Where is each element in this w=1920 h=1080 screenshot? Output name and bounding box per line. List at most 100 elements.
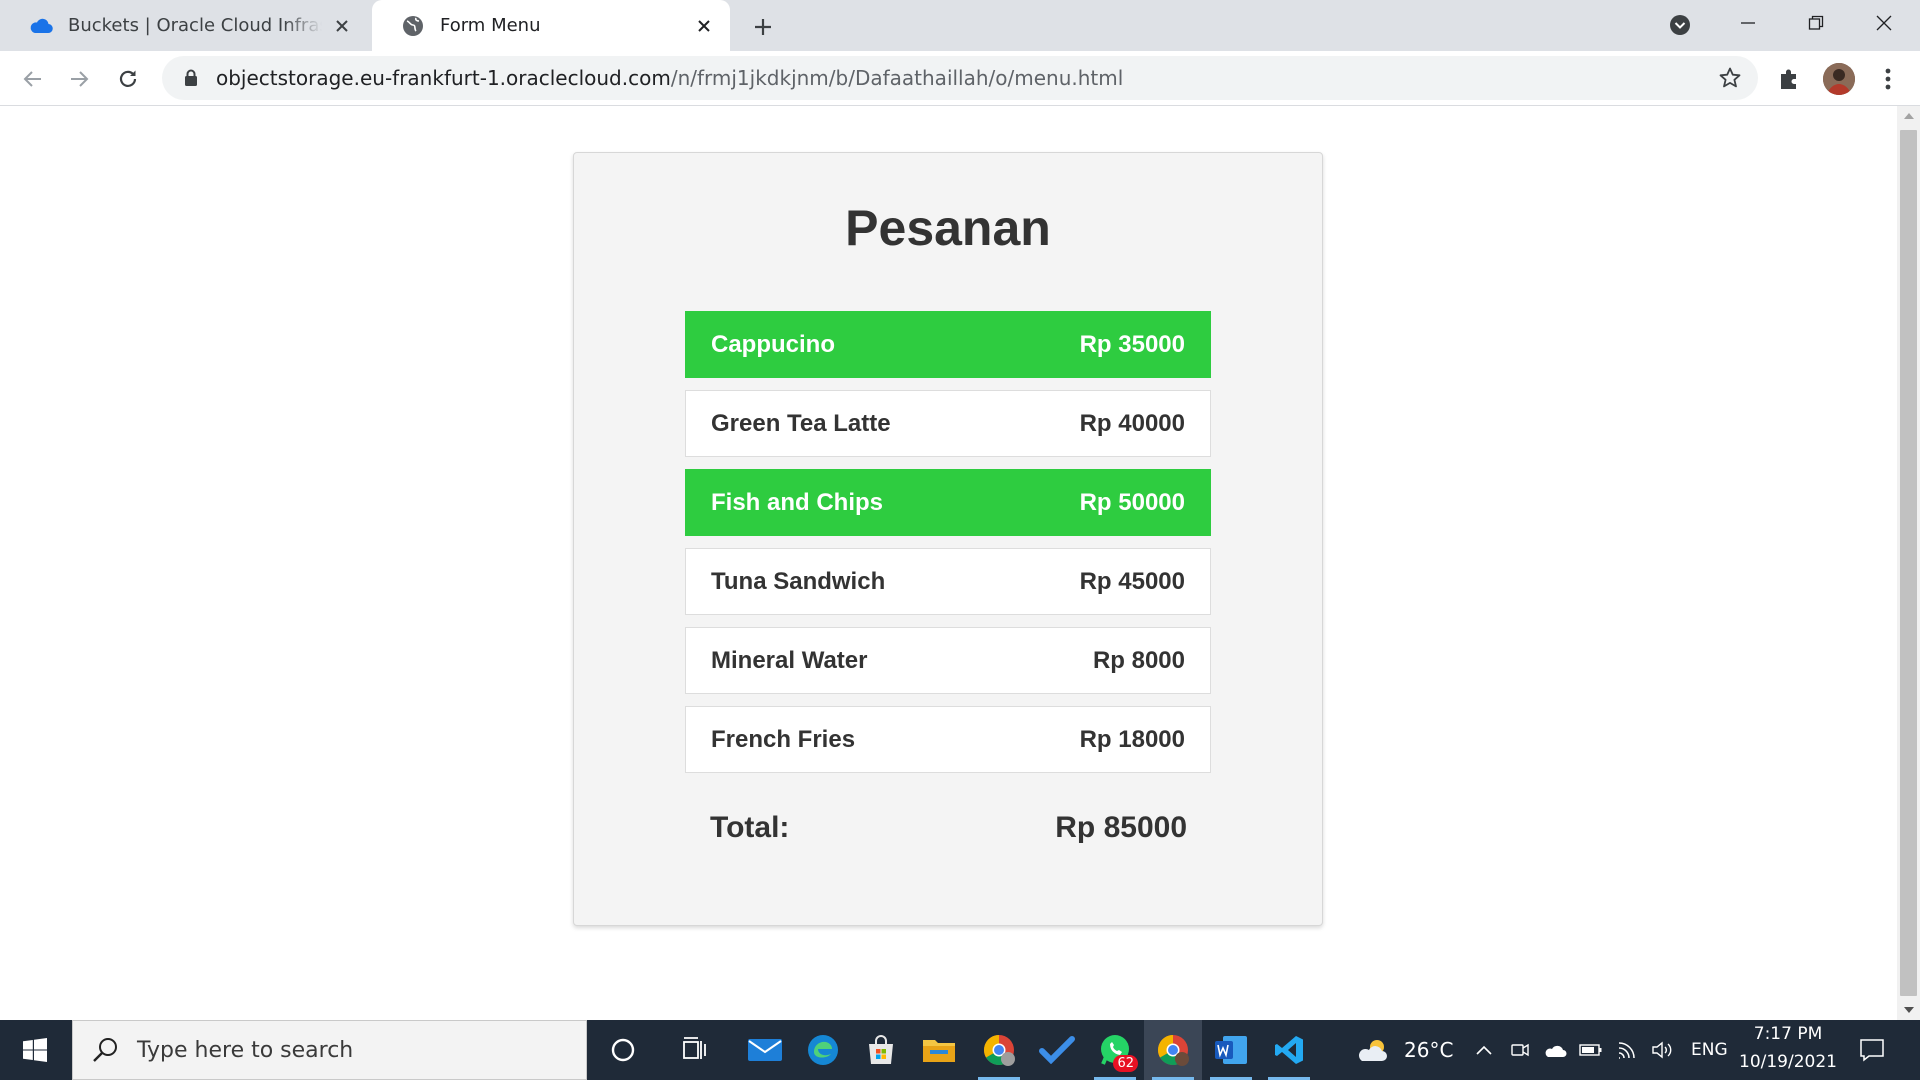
mail-icon [748, 1039, 782, 1061]
menu-item[interactable]: Tuna Sandwich Rp 45000 [685, 548, 1211, 615]
menu-item-name: Green Tea Latte [711, 409, 891, 437]
profile-avatar[interactable] [1823, 63, 1855, 95]
menu-item-price: Rp 40000 [1079, 409, 1185, 437]
windows-taskbar: Type here to search 62 26°C ENG 7:17 PM … [0, 1020, 1920, 1080]
close-icon[interactable] [330, 14, 354, 38]
puzzle-icon [1781, 69, 1796, 89]
url-path: /n/frmj1jkdkjnm/b/Dafaathaillah/o/menu.h… [670, 66, 1124, 90]
battery-icon[interactable] [1579, 1038, 1603, 1062]
menu-item-price: Rp 35000 [1079, 330, 1185, 358]
vertical-scrollbar[interactable] [1897, 106, 1920, 1020]
task-view-button[interactable] [666, 1020, 724, 1080]
page-viewport: Pesanan Cappucino Rp 35000 Green Tea Lat… [0, 106, 1920, 1020]
address-bar[interactable]: objectstorage.eu-frankfurt-1.oraclecloud… [162, 56, 1758, 100]
extensions-button[interactable] [1776, 65, 1804, 93]
menu-item[interactable]: Cappucino Rp 35000 [685, 311, 1211, 378]
total-value: Rp 85000 [1055, 811, 1187, 844]
taskbar-store[interactable] [852, 1020, 910, 1080]
browser-tabstrip: Buckets | Oracle Cloud Infrastructure Fo… [0, 0, 1920, 51]
clock-time: 7:17 PM [1753, 1024, 1823, 1044]
chevron-up-icon[interactable] [1472, 1038, 1496, 1062]
meet-now-icon[interactable] [1508, 1038, 1532, 1062]
tab-title: Buckets | Oracle Cloud Infrastructure [68, 15, 322, 36]
taskbar-vscode[interactable] [1260, 1020, 1318, 1080]
tab-title: Form Menu [440, 15, 541, 36]
globe-icon [400, 13, 426, 39]
onedrive-icon[interactable] [1543, 1038, 1567, 1062]
page-title: Pesanan [845, 200, 1051, 256]
minimize-button[interactable] [1714, 0, 1782, 46]
tab-buckets[interactable]: Buckets | Oracle Cloud Infrastructure [0, 0, 368, 51]
new-tab-button[interactable] [748, 12, 778, 42]
folder-icon [923, 1040, 955, 1062]
scroll-down-arrow-icon[interactable] [1897, 1000, 1920, 1020]
total-row: Total: Rp 85000 [710, 811, 1187, 845]
cortana-circle-icon [611, 1038, 635, 1062]
edge-icon [808, 1035, 838, 1065]
back-button[interactable] [16, 63, 48, 95]
scrollbar-thumb[interactable] [1900, 130, 1917, 996]
close-icon[interactable] [692, 14, 716, 38]
arrow-left-icon [23, 71, 41, 87]
close-icon [1876, 15, 1892, 31]
menu-item-name: Fish and Chips [711, 488, 884, 516]
minimize-icon [1741, 22, 1755, 24]
cortana-button[interactable] [594, 1020, 652, 1080]
menu-item-name: Mineral Water [711, 646, 868, 674]
clock[interactable]: 7:17 PM 10/19/2021 [1738, 1024, 1838, 1076]
menu-item[interactable]: Mineral Water Rp 8000 [685, 627, 1211, 694]
menu-item-price: Rp 8000 [1092, 646, 1185, 674]
store-icon [869, 1035, 893, 1064]
start-button[interactable] [0, 1020, 70, 1080]
tab-search-button[interactable] [1668, 13, 1692, 37]
menu-list: Cappucino Rp 35000 Green Tea Latte Rp 40… [685, 311, 1211, 785]
taskbar-chrome[interactable] [1144, 1020, 1202, 1080]
chrome-icon [983, 1035, 1015, 1066]
taskbar-file-explorer[interactable] [910, 1020, 968, 1080]
menu-item-name: Tuna Sandwich [711, 567, 886, 595]
taskbar-todo[interactable] [1028, 1020, 1086, 1080]
reload-button[interactable] [112, 63, 144, 95]
taskbar-chrome-profile[interactable] [970, 1020, 1028, 1080]
plus-icon [755, 19, 771, 35]
search-placeholder: Type here to search [137, 1037, 354, 1063]
chrome-icon [1157, 1035, 1189, 1066]
menu-item[interactable]: Green Tea Latte Rp 40000 [685, 390, 1211, 457]
language-indicator[interactable]: ENG [1691, 1040, 1728, 1060]
chevron-down-icon [1670, 15, 1690, 35]
notification-center-icon[interactable] [1858, 1036, 1886, 1064]
search-icon [93, 1038, 117, 1062]
avatar-image [1823, 63, 1855, 95]
restore-icon [1808, 15, 1824, 30]
taskbar-word[interactable] [1202, 1020, 1260, 1080]
close-window-button[interactable] [1850, 0, 1918, 46]
menu-item-name: French Fries [711, 725, 856, 753]
total-label: Total: [710, 811, 790, 844]
taskbar-search-box[interactable]: Type here to search [72, 1020, 587, 1080]
taskbar-mail[interactable] [736, 1020, 794, 1080]
arrow-right-icon [71, 71, 89, 87]
checkmark-icon [1039, 1036, 1075, 1064]
taskbar-whatsapp[interactable]: 62 [1086, 1020, 1144, 1080]
menu-item[interactable]: Fish and Chips Rp 50000 [685, 469, 1211, 536]
word-icon [1215, 1036, 1247, 1064]
restore-button[interactable] [1782, 0, 1850, 46]
tab-form-menu[interactable]: Form Menu [372, 0, 730, 51]
menu-item-price: Rp 18000 [1079, 725, 1185, 753]
order-card: Pesanan Cappucino Rp 35000 Green Tea Lat… [573, 152, 1323, 926]
taskbar-edge[interactable] [794, 1020, 852, 1080]
weather-temperature[interactable]: 26°C [1404, 1038, 1453, 1062]
volume-icon[interactable] [1651, 1038, 1675, 1062]
scroll-up-arrow-icon[interactable] [1897, 106, 1920, 126]
browser-menu-button[interactable] [1874, 65, 1902, 93]
weather-icon[interactable] [1356, 1038, 1392, 1062]
menu-item-price: Rp 45000 [1079, 567, 1185, 595]
url-host: objectstorage.eu-frankfurt-1.oraclecloud… [216, 66, 671, 90]
bookmark-star-icon[interactable] [1718, 66, 1742, 90]
vscode-icon [1275, 1036, 1303, 1064]
menu-item[interactable]: French Fries Rp 18000 [685, 706, 1211, 773]
forward-button[interactable] [64, 63, 96, 95]
more-vert-icon [1885, 68, 1891, 90]
wifi-icon[interactable] [1616, 1038, 1640, 1062]
browser-toolbar: objectstorage.eu-frankfurt-1.oraclecloud… [0, 51, 1920, 106]
